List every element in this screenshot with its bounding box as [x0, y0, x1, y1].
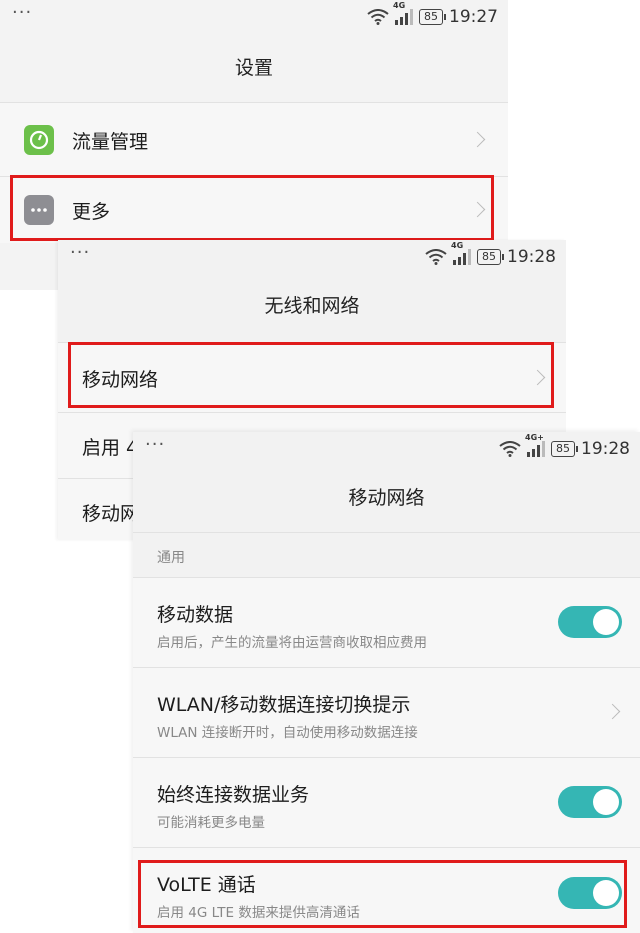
- battery-icon: 85: [551, 441, 578, 457]
- setting-wlan-switch-prompt[interactable]: WLAN/移动数据连接切换提示 WLAN 连接断开时，自动使用移动数据连接: [133, 667, 640, 758]
- wifi-icon: [499, 441, 521, 457]
- network-type: 4G: [393, 1, 406, 10]
- toggle-knob: [593, 609, 619, 635]
- page-title: 无线和网络: [264, 295, 360, 317]
- battery-icon: 85: [419, 9, 446, 25]
- page-title: 设置: [234, 57, 273, 79]
- wifi-icon: [367, 9, 389, 25]
- page-title: 移动网络: [348, 487, 425, 509]
- status-time: 19:27: [449, 7, 498, 27]
- always-on-data-toggle[interactable]: [558, 786, 622, 818]
- setting-description: 启用后，产生的流量将由运营商收取相应费用: [157, 635, 427, 651]
- section-header-label: 通用: [157, 550, 185, 566]
- status-time: 19:28: [507, 247, 556, 267]
- list-item-label: 流量管理: [72, 131, 149, 153]
- setting-label: 始终连接数据业务: [157, 784, 310, 806]
- signal-icon: 4G: [393, 1, 413, 25]
- signal-icon: 4G+: [525, 433, 545, 457]
- setting-label: 移动数据: [157, 604, 234, 626]
- setting-label: WLAN/移动数据连接切换提示: [157, 694, 411, 716]
- list-item-label: 启用 4: [82, 437, 139, 459]
- wifi-icon: [425, 249, 447, 265]
- notification-dots: ···: [12, 2, 33, 23]
- mobile-data-toggle[interactable]: [558, 606, 622, 638]
- setting-mobile-data[interactable]: 移动数据 启用后，产生的流量将由运营商收取相应费用: [133, 577, 640, 668]
- notification-dots: ···: [70, 242, 91, 263]
- notification-dots: ···: [145, 434, 166, 455]
- highlight-box-volte: [138, 860, 627, 928]
- highlight-box-mobile-network: [68, 342, 554, 408]
- chevron-right-icon: [604, 703, 621, 720]
- section-header: 通用: [133, 532, 640, 577]
- setting-description: 可能消耗更多电量: [157, 815, 265, 831]
- status-bar: ··· 4G+ 85 19:28: [133, 432, 640, 466]
- setting-always-on-data[interactable]: 始终连接数据业务 可能消耗更多电量: [133, 757, 640, 848]
- battery-icon: 85: [477, 249, 504, 265]
- status-bar: ··· 4G 85 19:28: [58, 240, 566, 274]
- mobile-network-screenshot: ··· 4G+ 85 19:28 移动网络 通用 移动数据 启用后，产生的流量将…: [133, 432, 640, 933]
- highlight-box-more: [10, 175, 494, 241]
- status-bar: ··· 4G 85 19:27: [0, 0, 508, 34]
- chevron-right-icon: [469, 131, 486, 148]
- data-usage-icon: [24, 125, 54, 155]
- setting-description: WLAN 连接断开时，自动使用移动数据连接: [157, 725, 418, 741]
- network-type: 4G: [451, 241, 464, 250]
- list-item-label: 移动网: [82, 503, 140, 525]
- toggle-knob: [593, 789, 619, 815]
- network-type: 4G+: [525, 433, 544, 442]
- list-item-data-usage[interactable]: 流量管理: [0, 102, 508, 177]
- status-time: 19:28: [581, 439, 630, 459]
- signal-icon: 4G: [451, 241, 471, 265]
